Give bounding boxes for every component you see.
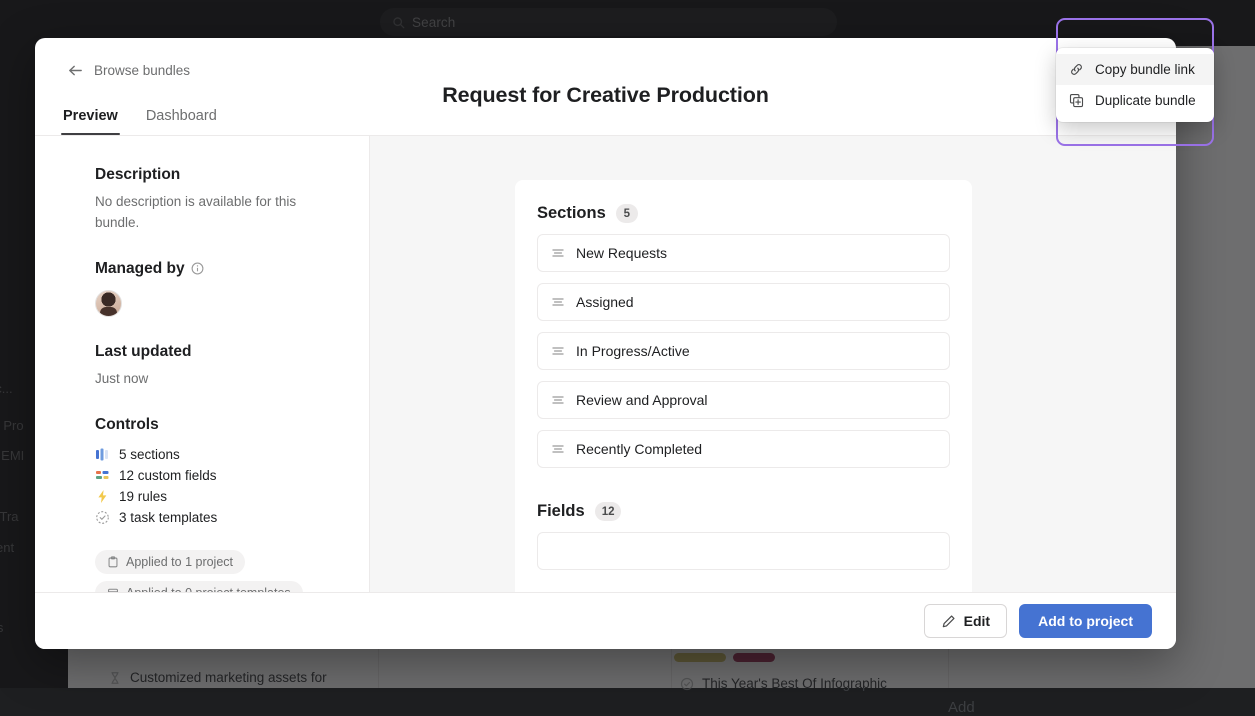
link-icon (1069, 62, 1084, 77)
control-label: 3 task templates (119, 510, 217, 525)
edit-button[interactable]: Edit (924, 604, 1007, 638)
control-rules[interactable]: 19 rules (95, 486, 339, 507)
managed-by-label: Managed by (95, 260, 185, 278)
control-label: 5 sections (119, 447, 180, 462)
sections-title: Sections (537, 204, 606, 223)
section-row[interactable]: New Requests (537, 234, 950, 272)
edit-label: Edit (964, 613, 990, 629)
bundle-options-menu: Copy bundle link Duplicate bundle (1056, 48, 1214, 122)
menu-item-label: Copy bundle link (1095, 62, 1195, 77)
controls-block: Controls 5 sections (95, 416, 339, 592)
last-updated-block: Last updated Just now (95, 343, 339, 390)
applied-to-templates-pill[interactable]: Applied to 0 project templates (95, 581, 303, 592)
controls-heading: Controls (95, 416, 339, 434)
preview-sheet: Sections 5 New Requests (515, 180, 972, 592)
menu-item-copy-bundle-link[interactable]: Copy bundle link (1056, 54, 1214, 85)
bundle-info-panel: Description No description is available … (35, 136, 370, 592)
section-row[interactable]: Recently Completed (537, 430, 950, 468)
tab-preview[interactable]: Preview (61, 102, 120, 135)
avatar[interactable] (95, 290, 122, 317)
applied-pills: Applied to 1 project Applied to 0 projec… (95, 550, 339, 592)
pencil-icon (941, 614, 956, 629)
control-sections[interactable]: 5 sections (95, 444, 339, 465)
control-custom-fields[interactable]: 12 custom fields (95, 465, 339, 486)
task-template-icon (95, 510, 110, 525)
drag-handle-icon[interactable] (551, 393, 565, 407)
section-row[interactable]: Review and Approval (537, 381, 950, 419)
drag-handle-icon[interactable] (551, 344, 565, 358)
browse-bundles-back-button[interactable]: Browse bundles (61, 58, 196, 83)
control-label: 12 custom fields (119, 468, 217, 483)
arrow-left-icon (67, 62, 84, 79)
control-label: 19 rules (119, 489, 167, 504)
info-circle-icon[interactable] (191, 262, 204, 275)
description-text: No description is available for this bun… (95, 192, 339, 234)
last-updated-heading: Last updated (95, 343, 339, 361)
menu-item-duplicate-bundle[interactable]: Duplicate bundle (1056, 85, 1214, 116)
browse-bundles-label: Browse bundles (94, 63, 190, 78)
section-label: In Progress/Active (576, 343, 690, 359)
add-to-project-button[interactable]: Add to project (1019, 604, 1152, 638)
field-row[interactable] (537, 532, 950, 570)
section-label: New Requests (576, 245, 667, 261)
sections-icon (95, 447, 110, 462)
modal-footer: Edit Add to project (35, 592, 1176, 649)
custom-fields-icon (95, 468, 110, 483)
drag-handle-icon[interactable] (551, 246, 565, 260)
bundle-detail-modal: Browse bundles Request for Creative Prod… (35, 38, 1176, 649)
section-label: Assigned (576, 294, 634, 310)
modal-tabs: Preview Dashboard (61, 102, 219, 135)
fields-heading: Fields 12 (537, 502, 950, 521)
section-row[interactable]: Assigned (537, 283, 950, 321)
section-label: Recently Completed (576, 441, 702, 457)
managed-by-block: Managed by (95, 260, 339, 317)
add-button[interactable]: Add (948, 699, 975, 716)
description-block: Description No description is available … (95, 166, 339, 234)
fields-title: Fields (537, 502, 585, 521)
applied-to-projects-pill[interactable]: Applied to 1 project (95, 550, 245, 574)
sections-count-badge: 5 (616, 204, 638, 223)
managed-by-heading: Managed by (95, 260, 339, 278)
last-updated-value: Just now (95, 369, 339, 390)
duplicate-icon (1069, 93, 1084, 108)
modal-body: Description No description is available … (35, 136, 1176, 592)
control-task-templates[interactable]: 3 task templates (95, 507, 339, 528)
fields-count-badge: 12 (595, 502, 622, 521)
modal-header: Browse bundles Request for Creative Prod… (35, 38, 1176, 136)
tab-dashboard[interactable]: Dashboard (144, 102, 219, 135)
pill-label: Applied to 1 project (126, 555, 233, 569)
sections-heading: Sections 5 (537, 204, 950, 223)
description-heading: Description (95, 166, 339, 184)
menu-item-label: Duplicate bundle (1095, 93, 1196, 108)
section-row[interactable]: In Progress/Active (537, 332, 950, 370)
lightning-icon (95, 489, 110, 504)
drag-handle-icon[interactable] (551, 295, 565, 309)
section-label: Review and Approval (576, 392, 708, 408)
drag-handle-icon[interactable] (551, 442, 565, 456)
bundle-preview-panel: Sections 5 New Requests (370, 136, 1176, 592)
